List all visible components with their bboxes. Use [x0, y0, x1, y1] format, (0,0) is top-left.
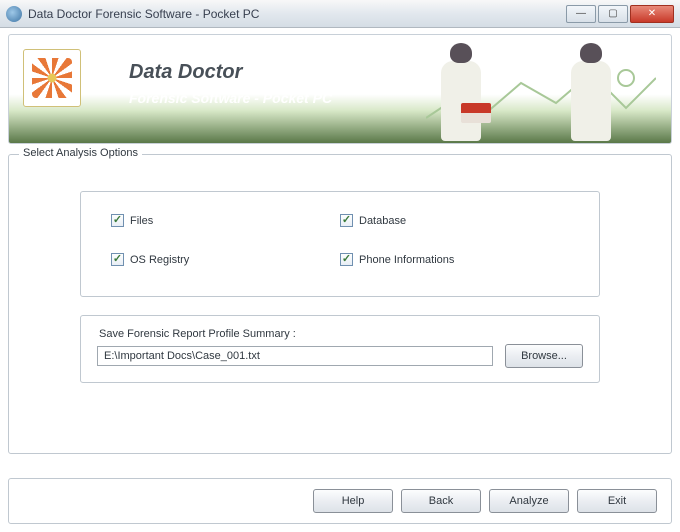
window-controls: — ▢ ✕ — [566, 5, 674, 23]
database-checkbox[interactable] — [340, 214, 353, 227]
phone-info-label: Phone Informations — [359, 254, 454, 266]
exit-button[interactable]: Exit — [577, 489, 657, 513]
files-checkbox[interactable] — [111, 214, 124, 227]
header-title: Data Doctor — [129, 61, 332, 84]
save-panel: Save Forensic Report Profile Summary : B… — [80, 315, 600, 383]
logo-box — [23, 49, 81, 107]
os-registry-checkbox[interactable] — [111, 253, 124, 266]
window-title: Data Doctor Forensic Software - Pocket P… — [28, 7, 566, 21]
app-window: Data Doctor Forensic Software - Pocket P… — [0, 0, 680, 532]
save-label: Save Forensic Report Profile Summary : — [99, 328, 583, 340]
analyze-button[interactable]: Analyze — [489, 489, 569, 513]
options-panel: Files Database OS Registry Phone Informa… — [80, 191, 600, 297]
option-files: Files — [111, 214, 340, 227]
save-path-row: Browse... — [97, 344, 583, 368]
option-os-registry: OS Registry — [111, 253, 340, 266]
header-titles: Data Doctor Forensic Software - Pocket P… — [129, 61, 332, 106]
save-path-input[interactable] — [97, 346, 493, 366]
database-label: Database — [359, 215, 406, 227]
maximize-button[interactable]: ▢ — [598, 5, 628, 23]
os-registry-label: OS Registry — [130, 254, 189, 266]
body-area: Select Analysis Options Files Database — [8, 154, 672, 454]
header-subtitle: Forensic Software - Pocket PC — [129, 90, 332, 106]
files-label: Files — [130, 215, 153, 227]
close-button[interactable]: ✕ — [630, 5, 674, 23]
app-icon — [6, 6, 22, 22]
option-database: Database — [340, 214, 569, 227]
options-row: OS Registry Phone Informations — [111, 253, 569, 266]
browse-button[interactable]: Browse... — [505, 344, 583, 368]
footer-bar: Help Back Analyze Exit — [8, 478, 672, 524]
app-logo-icon — [32, 58, 72, 98]
group-label: Select Analysis Options — [19, 147, 142, 159]
option-phone-info: Phone Informations — [340, 253, 569, 266]
options-row: Files Database — [111, 214, 569, 227]
minimize-button[interactable]: — — [566, 5, 596, 23]
titlebar: Data Doctor Forensic Software - Pocket P… — [0, 0, 680, 28]
person-illustration-icon — [441, 61, 481, 141]
analysis-options-group: Select Analysis Options Files Database — [8, 154, 672, 454]
phone-info-checkbox[interactable] — [340, 253, 353, 266]
help-button[interactable]: Help — [313, 489, 393, 513]
books-icon — [461, 103, 491, 123]
back-button[interactable]: Back — [401, 489, 481, 513]
banner-illustration — [421, 43, 661, 143]
person-illustration-icon — [571, 61, 611, 141]
header-banner: Data Doctor Forensic Software - Pocket P… — [8, 34, 672, 144]
